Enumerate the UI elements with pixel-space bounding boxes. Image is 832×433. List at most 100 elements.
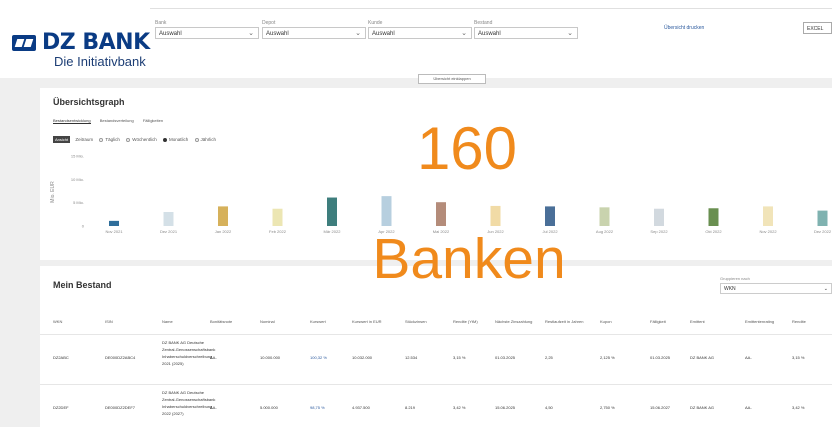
table-cell: DZ2ABC <box>53 355 69 360</box>
collapse-overview-tab[interactable]: Übersicht einklappen <box>418 74 486 84</box>
filter-kunde: Kunde Auswahl ⌄ <box>368 20 472 39</box>
table-row[interactable]: DZ2DEF DE000DZ2DEF7 DZ BANK AG Deutsche Zen… <box>40 384 832 433</box>
security-name: DZ BANK AG Deutsche Zentral-Genossenschaf… <box>162 389 215 417</box>
table-cell: 5.000.000 <box>260 405 278 410</box>
filter-bestand: Bestand Auswahl ⌄ <box>474 20 578 39</box>
column-header[interactable]: WKN <box>53 319 62 324</box>
filter-depot-select[interactable]: Auswahl ⌄ <box>262 27 366 39</box>
table-cell: 15.06.2025 <box>495 405 516 410</box>
security-name-line: DZ BANK AG Deutsche <box>162 390 205 395</box>
filter-bestand-select[interactable]: Auswahl ⌄ <box>474 27 578 39</box>
table-cell: AA- <box>210 355 217 360</box>
x-tick-label: Feb 2022 <box>269 229 287 234</box>
table-cell: AA- <box>210 405 217 410</box>
filter-bank-label: Bank <box>155 20 167 26</box>
y-tick-label: 10 Mio. <box>71 177 84 182</box>
x-tick-label: Dez 2021 <box>160 229 178 234</box>
table-cell: 01.03.2025 <box>495 355 516 360</box>
security-name-line: Zentral-Genossenschaftsbank <box>162 347 216 352</box>
chevron-down-icon: ⌄ <box>823 286 828 292</box>
table-cell: DE000DZ2DEF7 <box>105 405 136 410</box>
chart-bar[interactable] <box>109 220 119 226</box>
column-header[interactable]: Name <box>162 319 173 324</box>
table-cell: 3,42 % <box>792 405 805 410</box>
y-tick-label: 15 Mio. <box>71 154 84 159</box>
filter-kunde-value: Auswahl <box>372 31 395 37</box>
column-header[interactable]: Restlaufzeit in Jahren <box>545 319 583 324</box>
column-header[interactable]: Stückzinsen <box>405 319 427 324</box>
column-header[interactable]: Rendite (YtM) <box>453 319 478 324</box>
chart-bar[interactable] <box>163 212 174 226</box>
column-header[interactable]: Kurswert <box>310 319 326 324</box>
x-tick-label: Sep 2022 <box>650 229 668 234</box>
dz-bank-logo-mark-icon <box>12 35 36 51</box>
table-cell: 12.534 <box>405 355 418 360</box>
security-name-line: 2021 (2025) <box>162 361 184 366</box>
filter-depot: Depot Auswahl ⌄ <box>262 20 366 39</box>
top-header: DZ BANK Die Initiativbank Bank Auswahl ⌄ … <box>0 0 832 78</box>
table-cell: 3,42 % <box>453 405 466 410</box>
export-button[interactable]: EXCEL <box>803 22 832 34</box>
column-header[interactable]: Bonitätsnote <box>210 319 232 324</box>
header-divider <box>150 8 832 9</box>
column-header[interactable]: Kurswert in EUR <box>352 319 382 324</box>
column-header[interactable]: Fälligkeit <box>650 319 666 324</box>
column-header[interactable]: Emittentenrating <box>745 319 774 324</box>
chart-bar[interactable] <box>654 208 664 226</box>
security-name: DZ BANK AG Deutsche Zentral-Genossenschaf… <box>162 339 215 367</box>
brand-tagline: Die Initiativbank <box>54 54 146 69</box>
security-name-line: Inhaberschuldverschreibung <box>162 354 213 359</box>
table-cell: 4,50 <box>545 405 553 410</box>
holdings-title: Mein Bestand <box>53 280 112 290</box>
x-tick-label: Nov 2022 <box>759 229 777 234</box>
chevron-down-icon: ⌄ <box>461 30 467 37</box>
chart-bar[interactable] <box>327 197 337 226</box>
x-tick-label: Jan 2022 <box>215 229 232 234</box>
table-row[interactable]: DZ2ABC DE000DZ2ABC4 DZ BANK AG Deutsche Zen… <box>40 334 832 383</box>
group-by-value: WKN <box>724 286 736 292</box>
chart-bar[interactable] <box>599 207 610 226</box>
y-tick-label: 5 Mio. <box>73 200 84 205</box>
chevron-down-icon: ⌄ <box>355 30 361 37</box>
table-cell: 98,75 % <box>310 405 325 410</box>
table-cell: 10.000.000 <box>260 355 281 360</box>
filter-bank-select[interactable]: Auswahl ⌄ <box>155 27 259 39</box>
x-tick-label: Mär 2022 <box>324 229 342 234</box>
chart-bar[interactable] <box>272 208 283 226</box>
table-cell: 2,25 <box>545 355 553 360</box>
filter-depot-label: Depot <box>262 20 276 26</box>
table-cell: 8.219 <box>405 405 416 410</box>
filter-kunde-select[interactable]: Auswahl ⌄ <box>368 27 472 39</box>
column-header[interactable]: ISIN <box>105 319 113 324</box>
group-by-select[interactable]: WKN ⌄ <box>720 283 832 294</box>
column-header[interactable]: Nächste Zinszahlung <box>495 319 532 324</box>
table-cell: 15.06.2027 <box>650 405 671 410</box>
filter-kunde-label: Kunde <box>368 20 383 26</box>
overlay-count: 160 <box>416 115 518 182</box>
print-overview-link[interactable]: Übersicht drucken <box>664 25 704 31</box>
chevron-down-icon: ⌄ <box>567 30 573 37</box>
column-header[interactable]: Emittent <box>690 319 705 324</box>
chart-bar[interactable] <box>763 206 773 226</box>
table-cell: 10.032.000 <box>352 355 373 360</box>
group-by-label: Gruppieren nach <box>720 276 750 281</box>
filter-bank-value: Auswahl <box>159 31 182 37</box>
overlay-label: Banken <box>372 227 566 291</box>
table-cell: DZ BANK AG <box>690 405 715 410</box>
column-header[interactable]: Kupon <box>600 319 612 324</box>
brand-name: DZ BANK <box>42 30 150 55</box>
table-cell: 2,125 % <box>600 355 615 360</box>
chart-bar[interactable] <box>708 208 719 226</box>
table-cell: 100,32 % <box>310 355 327 360</box>
table-cell: AA- <box>745 405 752 410</box>
chart-bar[interactable] <box>817 210 828 226</box>
x-tick-label: Dez 2022 <box>814 229 832 234</box>
column-header[interactable]: Rendite <box>792 319 806 324</box>
filter-bestand-value: Auswahl <box>478 31 501 37</box>
table-cell: 4.937.500 <box>352 405 370 410</box>
column-header[interactable]: Nominal <box>260 319 275 324</box>
x-tick-label: Okt 2022 <box>705 229 722 234</box>
chart-bar[interactable] <box>218 206 228 226</box>
security-name-line: DZ BANK AG Deutsche <box>162 340 205 345</box>
table-cell: 3,15 % <box>453 355 466 360</box>
